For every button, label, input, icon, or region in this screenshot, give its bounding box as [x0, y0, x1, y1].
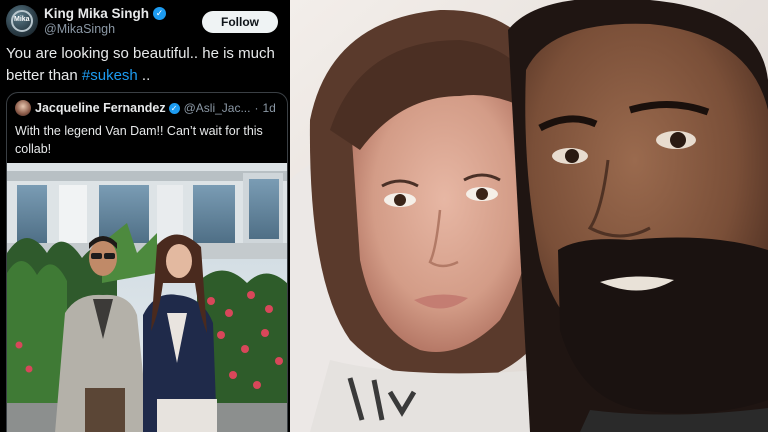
- quoted-verified-badge-icon: ✓: [168, 102, 180, 114]
- quoted-display-name[interactable]: Jacqueline Fernandez: [35, 101, 166, 115]
- tweet-card: Mika King Mika Singh ✓ @MikaSingh Follow…: [0, 0, 290, 432]
- name-row: King Mika Singh ✓: [44, 5, 167, 21]
- quoted-timestamp[interactable]: 1d: [262, 101, 275, 115]
- quoted-tweet-header: Jacqueline Fernandez ✓ @Asli_Jac... · 1d: [15, 99, 285, 117]
- quoted-tweet-photo[interactable]: [7, 163, 288, 432]
- tweet-text-suffix: ..: [137, 67, 151, 84]
- avatar[interactable]: Mika: [6, 5, 38, 37]
- news-image-collage: Mika King Mika Singh ✓ @MikaSingh Follow…: [0, 0, 768, 432]
- quoted-tweet[interactable]: Jacqueline Fernandez ✓ @Asli_Jac... · 1d…: [6, 92, 288, 432]
- verified-badge-icon: ✓: [153, 6, 167, 20]
- selfie-photo: [290, 0, 768, 432]
- quoted-separator: ·: [254, 101, 259, 115]
- user-handle[interactable]: @MikaSingh: [44, 22, 115, 36]
- tweet-header: Mika King Mika Singh ✓ @MikaSingh Follow: [6, 4, 286, 38]
- quoted-handle[interactable]: @Asli_Jac...: [184, 101, 251, 115]
- follow-button[interactable]: Follow: [202, 11, 278, 33]
- quoted-tweet-text: With the legend Van Dam!! Can’t wait for…: [15, 124, 263, 156]
- avatar-text: Mika: [14, 16, 30, 23]
- quoted-avatar[interactable]: [15, 100, 31, 116]
- display-name[interactable]: King Mika Singh: [44, 6, 149, 21]
- hashtag-link[interactable]: #sukesh: [82, 67, 138, 84]
- tweet-text: You are looking so beautiful.. he is muc…: [6, 43, 286, 87]
